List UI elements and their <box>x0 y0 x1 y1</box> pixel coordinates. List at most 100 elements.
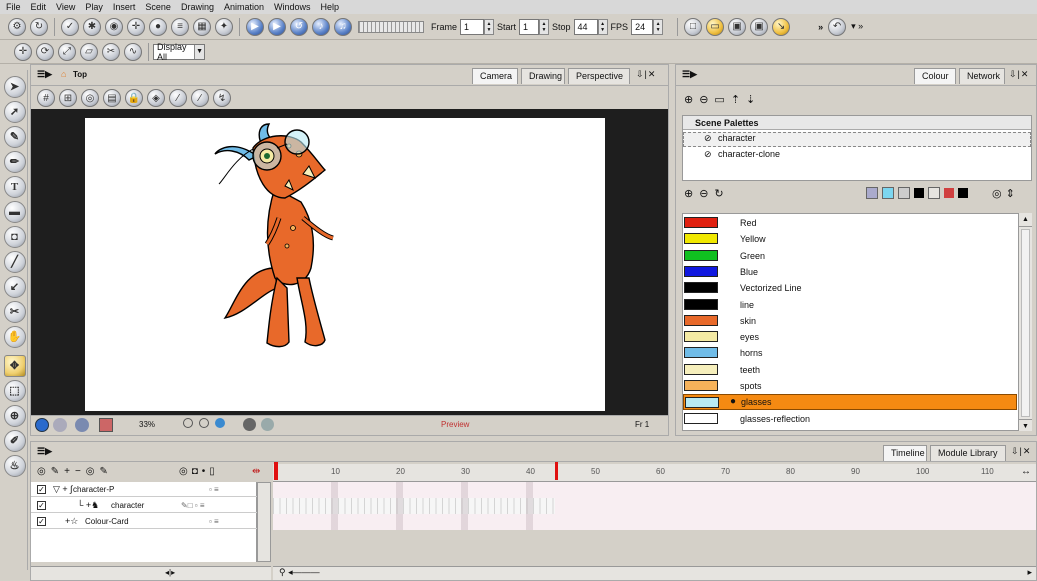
menu-item-help[interactable]: Help <box>321 2 340 12</box>
layer-view-toolbar[interactable]: ◎◘•▯ <box>179 466 219 477</box>
safe-area-icon[interactable]: ⊞ <box>59 89 77 107</box>
menu-item-windows[interactable]: Windows <box>274 2 311 12</box>
open-folder-icon[interactable]: ▭ <box>706 17 725 36</box>
grid-icon[interactable]: ▦ <box>193 17 211 36</box>
palette-name-character-clone[interactable]: character-clone <box>718 149 780 159</box>
panel-controls-icon[interactable]: ⇩|✕ <box>636 69 656 80</box>
light-table-icon[interactable]: ▤ <box>103 89 121 107</box>
colour-row-red[interactable]: Red <box>683 215 1017 231</box>
layer-visibility-checkbox[interactable]: ✓ <box>37 500 46 510</box>
colour-swatch[interactable] <box>684 217 718 228</box>
layer-lock-icon[interactable]: ▫ ≡ <box>209 517 219 526</box>
stop-field[interactable]: 44 <box>573 18 598 35</box>
colour-toolbar[interactable]: ⊕⊖↻ <box>684 187 730 200</box>
reset-rotate-icon[interactable] <box>199 418 209 428</box>
layers-scrollbar[interactable] <box>257 482 271 562</box>
list-view-icon[interactable] <box>928 187 940 199</box>
playhead[interactable] <box>274 462 278 480</box>
panel-menu-icon[interactable]: ☰▶ <box>37 69 52 80</box>
lock-icon[interactable]: 🔒 <box>125 89 143 107</box>
colour-row-glasses-reflection[interactable]: glasses-reflection <box>683 411 1017 427</box>
panel-controls-icon[interactable]: ⇩|✕ <box>1011 446 1031 457</box>
colour-swatch[interactable] <box>684 265 718 277</box>
scroll-thumb[interactable] <box>1021 229 1030 417</box>
scale-icon[interactable]: ⤢ <box>58 42 76 61</box>
tab-drawing[interactable]: Drawing <box>521 68 565 84</box>
scene-icon[interactable]: ⚙ <box>8 17 26 36</box>
display-select[interactable]: Display All ▼ <box>153 42 205 62</box>
colour-swatch[interactable] <box>685 397 719 409</box>
pencil-icon[interactable]: ✏ <box>3 150 26 173</box>
timeline-zoom-icon[interactable]: ↔ <box>1021 466 1031 477</box>
scroll-left-right-icon[interactable]: ◂|▸ <box>165 568 175 577</box>
menu-item-file[interactable]: File <box>6 2 21 12</box>
stop-marker[interactable] <box>555 462 558 480</box>
colour-row-teeth[interactable]: teeth <box>683 362 1017 378</box>
chevron-down-icon[interactable]: ▼ <box>194 44 204 59</box>
toolbar-overflow-icon[interactable]: » <box>818 22 823 32</box>
network-icon[interactable]: ✱ <box>83 17 101 36</box>
lightbulb-icon[interactable]: ● <box>149 17 167 36</box>
layer-row-character-p[interactable]: ✓ ▽ + ∫ character-P ▫ ≡ <box>31 482 257 497</box>
scroll-up-icon[interactable]: ▲ <box>1019 213 1032 227</box>
ink-pot-icon[interactable]: ♨ <box>3 454 26 477</box>
colour-row-glasses[interactable]: ● glasses <box>683 394 1017 411</box>
brush-icon[interactable]: ✎ <box>3 125 26 148</box>
display-mode-icon[interactable] <box>215 418 225 428</box>
colour-row-eyes[interactable]: eyes <box>683 329 1017 345</box>
colour-row-yellow[interactable]: Yellow <box>683 231 1017 247</box>
pivot-icon[interactable]: ✛ <box>127 17 145 36</box>
menu-item-scene[interactable]: Scene <box>145 2 171 12</box>
canvas-area[interactable] <box>31 109 668 415</box>
brush-stroke-icon[interactable]: ⁄ <box>169 89 187 107</box>
red-swatch-icon[interactable] <box>944 188 954 198</box>
colour-swatch[interactable] <box>684 363 718 375</box>
character-drawing[interactable] <box>205 118 405 358</box>
reset-zoom-icon[interactable] <box>183 418 193 428</box>
colour-swatch[interactable] <box>684 249 718 261</box>
pivot-tool-icon[interactable]: ⊕ <box>3 404 26 427</box>
zoom-slider-icon[interactable]: ⚲ ◂——— <box>279 567 320 578</box>
render-settings-icon[interactable] <box>75 418 89 432</box>
import-icon[interactable]: ↘ <box>772 17 791 36</box>
panel-menu-icon[interactable]: ☰▶ <box>37 446 52 457</box>
pin-icon[interactable]: ✦ <box>215 17 233 36</box>
sound-scrub-icon[interactable]: ♫ <box>334 17 352 36</box>
camera-frame-icon[interactable]: ⬚ <box>3 379 26 402</box>
palette-toolbar[interactable]: ⊕⊖▭⇡⇣ <box>684 93 761 106</box>
colour-swatch-icon[interactable] <box>99 418 113 432</box>
tab-camera[interactable]: Camera <box>472 68 518 84</box>
spell-check-icon[interactable]: ✓ <box>61 17 79 36</box>
scroll-down-icon[interactable]: ▼ <box>1019 419 1032 433</box>
menu-item-view[interactable]: View <box>56 2 75 12</box>
spline-icon[interactable]: ∿ <box>124 42 142 61</box>
colour-swatch[interactable] <box>684 347 718 359</box>
dropper-icon[interactable]: ↙ <box>3 275 26 298</box>
palette-icon[interactable]: ◉ <box>105 17 123 36</box>
transform-icon[interactable]: ✥ <box>3 354 26 377</box>
smooth-icon[interactable]: ∕ <box>191 89 209 107</box>
play-icon[interactable]: ▶ <box>246 17 264 36</box>
colour-row-line[interactable]: line <box>683 297 1017 313</box>
drawing-stage[interactable] <box>85 118 605 411</box>
menu-item-play[interactable]: Play <box>85 2 103 12</box>
cutter-icon[interactable]: ✂ <box>3 300 26 323</box>
tab-module-library[interactable]: Module Library <box>930 445 1006 461</box>
colour-swatch[interactable] <box>684 331 718 343</box>
colour-row-blue[interactable]: Blue <box>683 264 1017 280</box>
bone-icon[interactable]: ✂ <box>102 42 120 61</box>
settings-gear-icon[interactable] <box>53 418 67 432</box>
onion-skin-icon[interactable]: ◎ <box>81 89 99 107</box>
colour-swatch[interactable] <box>684 412 718 424</box>
layer-row-character[interactable]: ✓ └ +♞ character ✎□ ▫ ≡ <box>31 498 257 513</box>
colour-row-skin[interactable]: skin <box>683 313 1017 329</box>
layer-toolbar[interactable]: ◎✎+−◎✎ <box>37 466 113 477</box>
auto-light-table-icon[interactable]: ◈ <box>147 89 165 107</box>
zoom-level[interactable]: 33% <box>139 420 155 429</box>
play-loop-icon[interactable]: ▶ <box>268 17 286 36</box>
panel-menu-icon[interactable]: ☰▶ <box>682 69 697 80</box>
colour-swatch[interactable] <box>684 282 718 294</box>
timeline-row-character-empty[interactable] <box>555 498 1036 514</box>
frame-spinner[interactable]: ▲ ▼ <box>484 18 495 35</box>
layer-row-colour-card[interactable]: ✓ +☆ Colour-Card ▫ ≡ <box>31 514 257 529</box>
